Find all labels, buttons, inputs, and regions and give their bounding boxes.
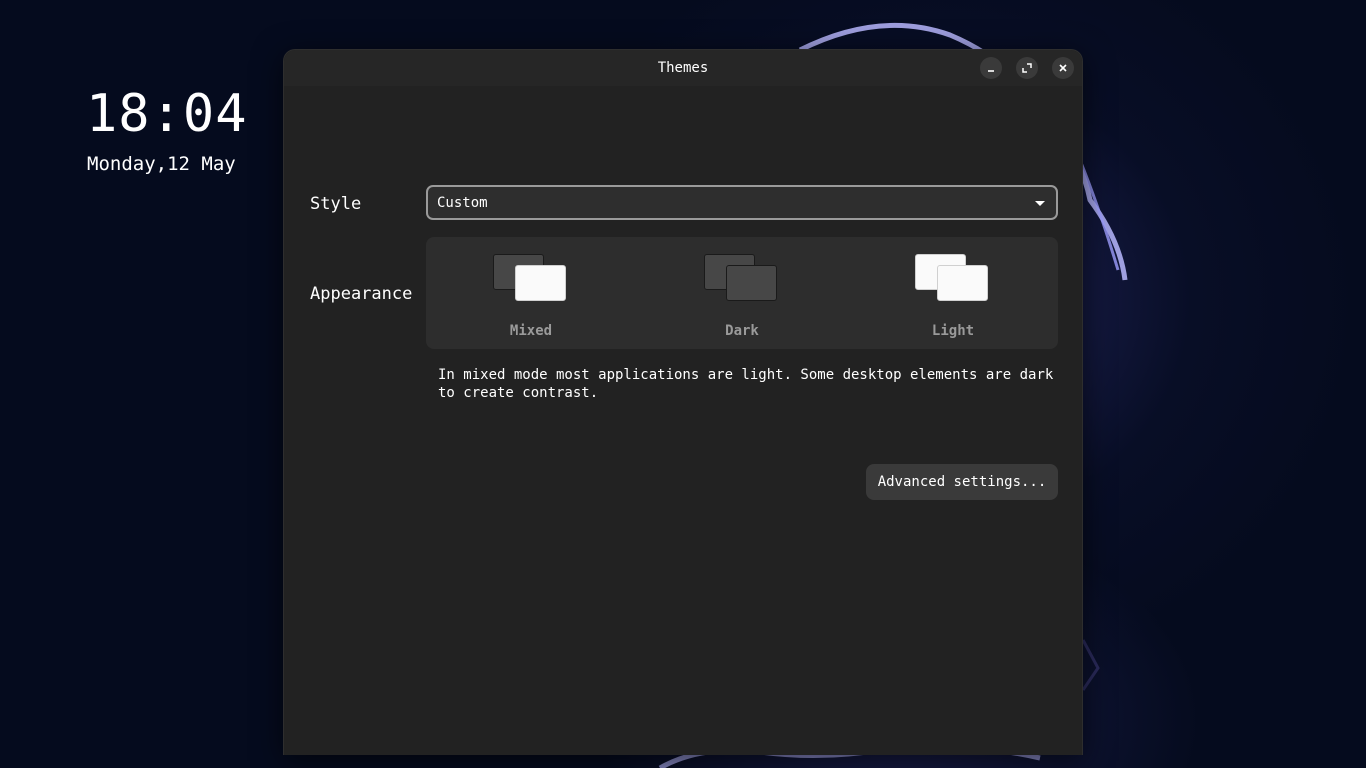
minimize-icon (988, 70, 994, 72)
close-button[interactable] (1052, 57, 1074, 79)
window-title: Themes (657, 60, 709, 76)
desktop-clock: 18:04 (86, 84, 248, 144)
appearance-selector: Mixed Dark Light (426, 237, 1058, 349)
desktop-date: Monday,12 May (87, 153, 236, 175)
style-label: Style (310, 194, 362, 214)
themes-window: Themes Style Custom Appearance Mixed Dar… (283, 49, 1083, 755)
style-dropdown-value: Custom (437, 195, 488, 211)
close-icon (1059, 64, 1067, 72)
advanced-settings-button[interactable]: Advanced settings... (866, 464, 1058, 500)
appearance-option-label: Light (931, 323, 975, 339)
minimize-button[interactable] (980, 57, 1002, 79)
maximize-icon (1022, 63, 1032, 73)
window-titlebar[interactable]: Themes (284, 50, 1082, 86)
dark-preview-icon (704, 254, 780, 304)
maximize-button[interactable] (1016, 57, 1038, 79)
chevron-down-icon (1035, 201, 1045, 206)
appearance-option-dark[interactable]: Dark (672, 237, 812, 349)
appearance-option-mixed[interactable]: Mixed (461, 237, 601, 349)
mixed-preview-icon (493, 254, 569, 304)
appearance-option-label: Dark (725, 323, 759, 339)
appearance-option-light[interactable]: Light (883, 237, 1023, 349)
appearance-description: In mixed mode most applications are ligh… (438, 367, 1054, 401)
appearance-label: Appearance (310, 284, 413, 304)
appearance-option-label: Mixed (509, 323, 553, 339)
style-dropdown[interactable]: Custom (426, 185, 1058, 220)
light-preview-icon (915, 254, 991, 304)
